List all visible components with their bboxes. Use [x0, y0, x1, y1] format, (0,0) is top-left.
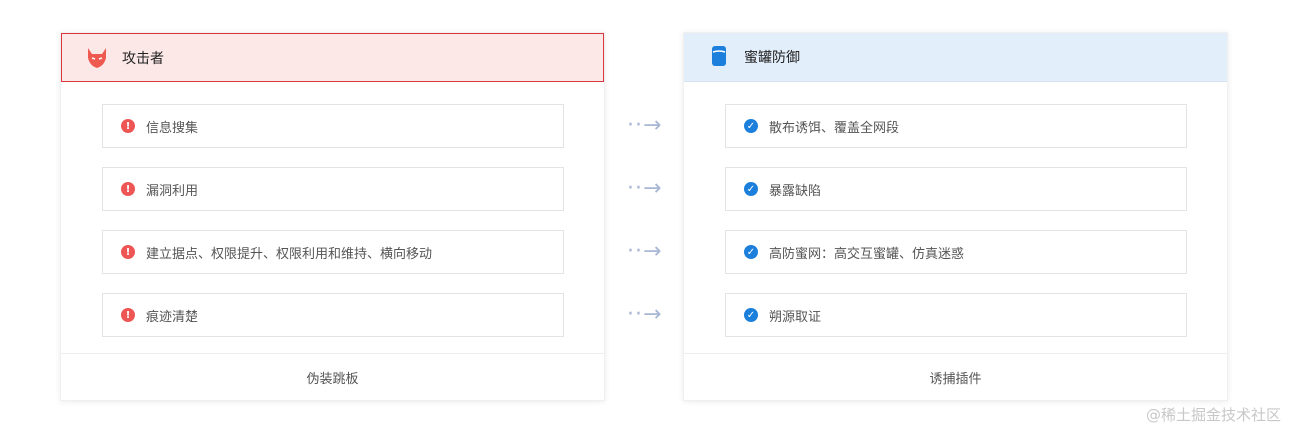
arrow-icon: ··→ — [627, 302, 663, 327]
attack-step: ! 建立据点、权限提升、权限利用和维持、横向移动 — [102, 230, 564, 274]
defense-step: ✓ 朔源取证 — [725, 293, 1187, 337]
attacker-title: 攻击者 — [122, 50, 164, 67]
defense-step: ✓ 暴露缺陷 — [725, 167, 1187, 211]
defense-footer: 诱捕插件 — [684, 353, 1227, 400]
defense-step-label: 暴露缺陷 — [769, 183, 822, 199]
alert-icon: ! — [121, 119, 135, 133]
alert-icon: ! — [121, 182, 135, 196]
devil-icon — [88, 47, 106, 68]
attack-step-label: 建立据点、权限提升、权限利用和维持、横向移动 — [146, 246, 433, 262]
attack-step: ! 漏洞利用 — [102, 167, 564, 211]
defense-title: 蜜罐防御 — [744, 50, 800, 66]
arrow-icon: ··→ — [627, 113, 663, 138]
attack-step: ! 信息搜集 — [102, 104, 564, 148]
attacker-header: 攻击者 — [61, 33, 604, 82]
check-icon: ✓ — [744, 119, 758, 133]
defense-step-label: 散布诱饵、覆盖全网段 — [769, 120, 900, 136]
alert-icon: ! — [121, 245, 135, 259]
attack-step-label: 信息搜集 — [146, 120, 199, 136]
alert-icon: ! — [121, 308, 135, 322]
arrow-icon: ··→ — [627, 176, 663, 201]
defense-step-label: 朔源取证 — [769, 309, 822, 325]
watermark: @稀土掘金技术社区 — [1145, 406, 1281, 424]
defense-step-label: 高防蜜网：高交互蜜罐、仿真迷惑 — [769, 246, 965, 262]
attack-step-label: 漏洞利用 — [146, 183, 199, 199]
check-icon: ✓ — [744, 245, 758, 259]
defense-step: ✓ 高防蜜网：高交互蜜罐、仿真迷惑 — [725, 230, 1187, 274]
attacker-footer: 伪装跳板 — [61, 353, 604, 400]
defense-card: 蜜罐防御 ✓ 散布诱饵、覆盖全网段 ✓ 暴露缺陷 ✓ 高防蜜网：高交互蜜罐、仿真迷惑 … — [683, 32, 1228, 401]
attack-step-label: 痕迹清楚 — [146, 309, 199, 325]
check-icon: ✓ — [744, 308, 758, 322]
defense-header: 蜜罐防御 — [684, 33, 1227, 82]
check-icon: ✓ — [744, 182, 758, 196]
arrow-icon: ··→ — [627, 239, 663, 264]
honeypot-icon — [712, 46, 726, 66]
attack-step: ! 痕迹清楚 — [102, 293, 564, 337]
defense-step: ✓ 散布诱饵、覆盖全网段 — [725, 104, 1187, 148]
attacker-card: 攻击者 ! 信息搜集 ! 漏洞利用 ! 建立据点、权限提升、权限利用和维持、横向移动 … — [60, 32, 605, 401]
